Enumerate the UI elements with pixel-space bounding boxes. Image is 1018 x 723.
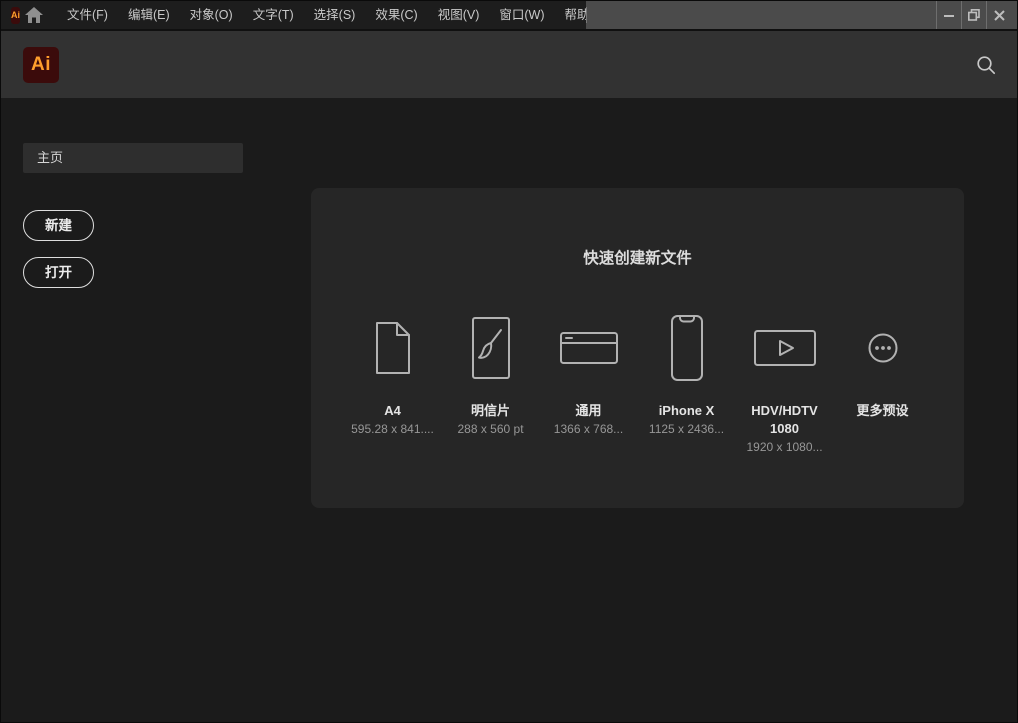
menu-type[interactable]: 文字(T): [250, 1, 297, 29]
more-presets-icon: [868, 304, 898, 392]
document-icon: [375, 304, 411, 392]
open-file-button[interactable]: 打开: [23, 257, 94, 288]
sidebar-item-home[interactable]: 主页: [23, 143, 243, 173]
app-header: Ai: [1, 31, 1017, 98]
restore-icon: [968, 9, 980, 21]
preset-card-postcard[interactable]: 明信片 288 x 560 pt: [442, 304, 540, 456]
menu-view[interactable]: 视图(V): [435, 1, 483, 29]
minimize-button[interactable]: [936, 1, 961, 29]
quick-create-panel: 快速创建新文件 A4 595.28 x 841....: [311, 188, 964, 508]
preset-name: 更多预设: [837, 402, 929, 420]
window-controls: [936, 1, 1011, 29]
menu-edit[interactable]: 编辑(E): [125, 1, 173, 29]
menu-select[interactable]: 选择(S): [311, 1, 359, 29]
preset-dimensions: 1125 x 2436...: [649, 420, 724, 438]
phone-icon: [671, 304, 703, 392]
quick-create-title: 快速创建新文件: [311, 246, 964, 268]
menu-window[interactable]: 窗口(W): [496, 1, 547, 29]
preset-card-iphone-x[interactable]: iPhone X 1125 x 2436...: [638, 304, 736, 456]
preset-name: A4: [347, 402, 439, 420]
sidebar-item-home-label: 主页: [37, 150, 63, 165]
close-button[interactable]: [986, 1, 1011, 29]
app-icon: Ai: [11, 7, 20, 24]
new-file-button[interactable]: 新建: [23, 210, 94, 241]
preset-card-web[interactable]: 通用 1366 x 768...: [540, 304, 638, 456]
preset-name: 通用: [543, 402, 635, 420]
preset-dimensions: 1920 x 1080...: [746, 438, 822, 456]
illustrator-logo: Ai: [23, 47, 59, 83]
preset-card-a4[interactable]: A4 595.28 x 841....: [344, 304, 442, 456]
preset-dimensions: 288 x 560 pt: [457, 420, 523, 438]
video-play-icon: [754, 304, 816, 392]
menu-effect[interactable]: 效果(C): [372, 1, 420, 29]
preset-name: 明信片: [445, 402, 537, 420]
titlebar-drag-area: [586, 1, 1017, 29]
home-icon: [25, 7, 43, 23]
preset-dimensions: 1366 x 768...: [554, 420, 623, 438]
restore-button[interactable]: [961, 1, 986, 29]
menu-file[interactable]: 文件(F): [64, 1, 111, 29]
titlebar-menu-area: Ai 文件(F) 编辑(E) 对象(O) 文字(T) 选择(S) 效果(C) 视…: [1, 1, 586, 29]
minimize-icon: [944, 10, 954, 20]
preset-card-more[interactable]: 更多预设: [834, 304, 932, 456]
titlebar: Ai 文件(F) 编辑(E) 对象(O) 文字(T) 选择(S) 效果(C) 视…: [1, 1, 1017, 31]
browser-icon: [560, 304, 618, 392]
postcard-brush-icon: [471, 304, 511, 392]
search-icon: [976, 55, 996, 75]
home-screen: 主页 新建 打开 快速创建新文件 A4 595.28 x 841....: [1, 98, 1017, 722]
preset-card-hdv[interactable]: HDV/HDTV 1080 1920 x 1080...: [736, 304, 834, 456]
home-button[interactable]: [25, 1, 43, 29]
close-icon: [994, 10, 1005, 21]
preset-dimensions: 595.28 x 841....: [351, 420, 434, 438]
search-button[interactable]: [975, 54, 997, 76]
menubar: 文件(F) 编辑(E) 对象(O) 文字(T) 选择(S) 效果(C) 视图(V…: [64, 1, 610, 29]
preset-name: iPhone X: [641, 402, 733, 420]
preset-cards: A4 595.28 x 841.... 明信片 288 x 560 pt: [311, 304, 964, 456]
preset-name: HDV/HDTV 1080: [739, 402, 831, 438]
illustrator-logo-label: Ai: [31, 54, 51, 76]
illustrator-window: Ai 文件(F) 编辑(E) 对象(O) 文字(T) 选择(S) 效果(C) 视…: [0, 0, 1018, 723]
app-icon-label: Ai: [11, 10, 20, 20]
menu-object[interactable]: 对象(O): [187, 1, 236, 29]
